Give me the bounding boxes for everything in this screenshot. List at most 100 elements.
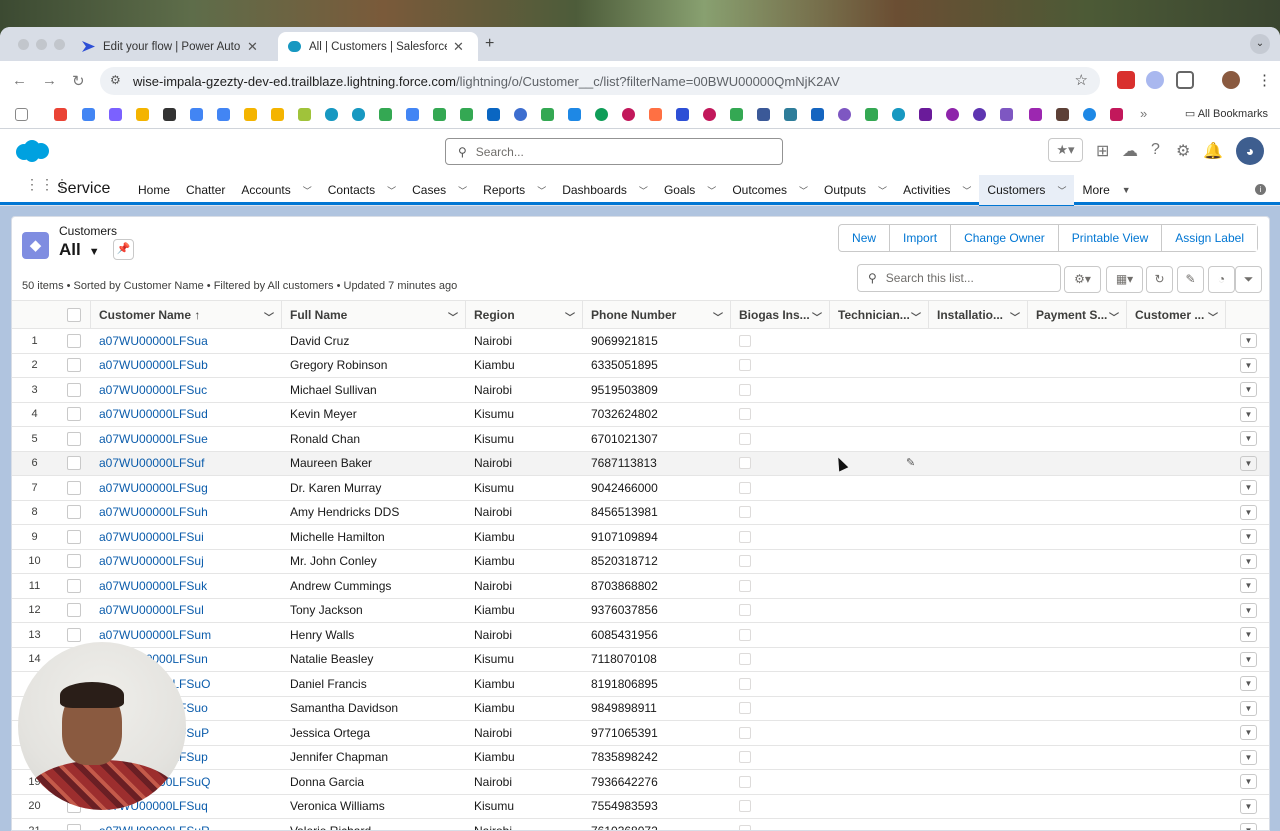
payment-cell[interactable] <box>1028 648 1127 672</box>
caret-down-icon[interactable]: ▼ <box>1122 185 1131 195</box>
payment-cell[interactable] <box>1028 599 1127 623</box>
bookmark-icon[interactable] <box>919 108 932 121</box>
row-actions-menu[interactable]: ▼ <box>1226 648 1269 672</box>
payment-cell[interactable] <box>1028 329 1127 353</box>
sheets-icon[interactable] <box>730 108 743 121</box>
biogas-checkbox[interactable] <box>731 721 830 745</box>
technician-cell[interactable] <box>830 427 929 451</box>
customer-cell[interactable] <box>1127 770 1226 794</box>
printable-view-button[interactable]: Printable View <box>1057 225 1162 251</box>
new-button[interactable]: New <box>839 225 890 251</box>
customer-cell[interactable] <box>1127 819 1226 830</box>
column-header-customer-name[interactable]: Customer Name ↑ ﹀ <box>91 301 282 328</box>
charts-icon[interactable]: ◔ <box>1208 266 1235 293</box>
close-tab-icon[interactable]: ✕ <box>453 39 464 55</box>
chevron-down-icon[interactable]: ﹀ <box>909 309 921 324</box>
payment-cell[interactable] <box>1028 721 1127 745</box>
chevron-down-icon[interactable]: ﹀ <box>446 309 458 324</box>
chevron-down-icon[interactable]: ﹀ <box>1057 184 1066 197</box>
row-actions-menu[interactable]: ▼ <box>1226 697 1269 721</box>
customer-name-link[interactable]: a07WU00000LFSuj <box>91 550 282 574</box>
slides-icon[interactable] <box>271 108 284 121</box>
row-actions-menu[interactable]: ▼ <box>1226 599 1269 623</box>
global-search-input[interactable]: ⚲ Search... <box>445 138 783 165</box>
profile-avatar[interactable] <box>1222 71 1240 89</box>
chevron-down-icon[interactable]: ﹀ <box>1206 309 1218 324</box>
address-bar[interactable]: ⚙ wise-impala-gzezty-dev-ed.trailblaze.l… <box>100 67 1100 95</box>
customer-cell[interactable] <box>1127 574 1226 598</box>
window-controls[interactable] <box>18 39 65 50</box>
biogas-checkbox[interactable] <box>731 819 830 830</box>
sheets-icon[interactable] <box>433 108 446 121</box>
nav-item-more[interactable]: More ▼ <box>1074 175 1138 205</box>
payment-cell[interactable] <box>1028 795 1127 819</box>
column-header-region[interactable]: Region ﹀ <box>466 301 583 328</box>
technician-cell[interactable] <box>830 795 929 819</box>
column-header-biogas[interactable]: Biogas Ins... ﹀ <box>731 301 830 328</box>
technician-cell[interactable] <box>830 403 929 427</box>
customer-name-link[interactable]: a07WU00000LFSuh <box>91 501 282 525</box>
bookmark-icon[interactable] <box>973 108 986 121</box>
setup-gear-icon[interactable]: ⚙ <box>1176 141 1190 161</box>
row-actions-menu[interactable]: ▼ <box>1226 795 1269 819</box>
row-actions-menu[interactable]: ▼ <box>1226 550 1269 574</box>
gmail-icon[interactable] <box>54 108 67 121</box>
all-bookmarks[interactable]: ▭ All Bookmarks <box>1185 107 1268 120</box>
nav-item-cases[interactable]: Cases ﹀ <box>404 175 475 205</box>
display-as-table-icon[interactable]: ▦▾ <box>1106 266 1143 293</box>
row-actions-menu[interactable]: ▼ <box>1226 501 1269 525</box>
biogas-checkbox[interactable] <box>731 672 830 696</box>
power-automate-icon[interactable] <box>676 108 689 121</box>
column-header-full-name[interactable]: Full Name ﹀ <box>282 301 466 328</box>
biogas-checkbox[interactable] <box>731 501 830 525</box>
payment-cell[interactable] <box>1028 501 1127 525</box>
row-actions-menu[interactable]: ▼ <box>1226 378 1269 402</box>
slides-icon[interactable] <box>244 108 257 121</box>
browser-menu-icon[interactable]: ⋮ <box>1257 71 1272 89</box>
technician-cell[interactable] <box>830 550 929 574</box>
global-actions-icon[interactable]: ⊞ <box>1096 141 1109 161</box>
bookmark-icon[interactable] <box>946 108 959 121</box>
assign-label-button[interactable]: Assign Label <box>1161 225 1257 251</box>
installation-cell[interactable] <box>929 795 1028 819</box>
row-actions-menu[interactable]: ▼ <box>1226 329 1269 353</box>
list-search-input[interactable]: ⚲ Search this list... <box>857 264 1061 292</box>
row-select-checkbox[interactable] <box>57 550 91 574</box>
chevron-down-icon[interactable]: ﹀ <box>810 309 822 324</box>
new-tab-icon[interactable]: + <box>485 35 494 53</box>
customer-cell[interactable] <box>1127 795 1226 819</box>
bookmark-icon[interactable] <box>136 108 149 121</box>
bookmark-icon[interactable] <box>1029 108 1042 121</box>
trailhead-icon[interactable]: ☁ <box>1122 141 1138 161</box>
installation-cell[interactable] <box>929 648 1028 672</box>
installation-cell[interactable] <box>929 721 1028 745</box>
docs-icon[interactable] <box>217 108 230 121</box>
technician-cell[interactable] <box>830 770 929 794</box>
installation-cell[interactable] <box>929 476 1028 500</box>
customer-cell[interactable] <box>1127 672 1226 696</box>
help-icon[interactable]: ? <box>1151 141 1160 159</box>
bookmark-icon[interactable] <box>514 108 527 121</box>
bookmark-icon[interactable] <box>595 108 608 121</box>
customer-cell[interactable] <box>1127 623 1226 647</box>
row-actions-menu[interactable]: ▼ <box>1226 746 1269 770</box>
installation-cell[interactable] <box>929 329 1028 353</box>
chevron-down-icon[interactable]: ﹀ <box>563 309 575 324</box>
customer-cell[interactable] <box>1127 721 1226 745</box>
customer-name-link[interactable]: a07WU00000LFSuc <box>91 378 282 402</box>
chevron-down-icon[interactable]: ﹀ <box>1107 309 1119 324</box>
salesforce-icon[interactable] <box>325 108 338 121</box>
row-actions-menu[interactable]: ▼ <box>1226 525 1269 549</box>
installation-cell[interactable] <box>929 378 1028 402</box>
biogas-checkbox[interactable] <box>731 623 830 647</box>
select-all-checkbox[interactable] <box>57 301 91 328</box>
more-bookmarks-icon[interactable]: » <box>1140 106 1147 121</box>
chevron-down-icon[interactable]: ﹀ <box>1008 309 1020 324</box>
payment-cell[interactable] <box>1028 476 1127 500</box>
row-select-checkbox[interactable] <box>57 574 91 598</box>
chevron-down-icon[interactable]: ﹀ <box>707 184 716 197</box>
installation-cell[interactable] <box>929 746 1028 770</box>
reload-icon[interactable]: ↻ <box>72 72 85 90</box>
back-icon[interactable]: ← <box>12 72 27 89</box>
customer-name-link[interactable]: a07WU00000LFSuf <box>91 452 282 476</box>
